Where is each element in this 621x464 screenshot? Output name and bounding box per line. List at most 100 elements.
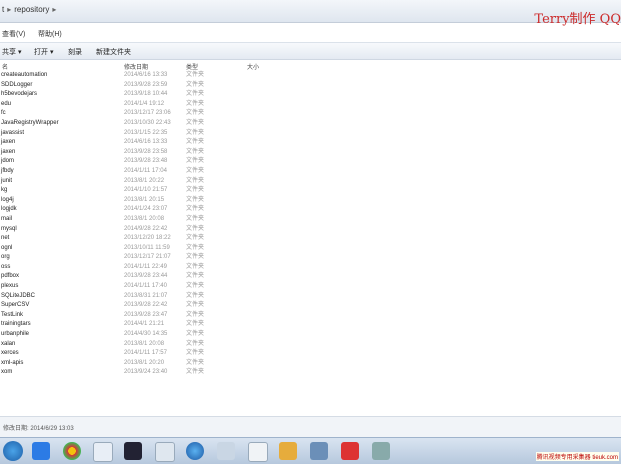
file-type: 文件夹 — [186, 235, 205, 242]
file-row[interactable]: xalan 2013/8/1 20:08 文件夹 — [0, 340, 621, 350]
file-type: 文件夹 — [186, 72, 205, 78]
file-type: 文件夹 — [186, 119, 205, 126]
start-button-icon[interactable] — [3, 441, 23, 461]
file-type: 文件夹 — [186, 81, 205, 88]
file-date: 2014/1/11 17:40 — [124, 283, 167, 290]
breadcrumb-current[interactable]: repository — [14, 5, 49, 14]
file-row[interactable]: junit 2013/8/1 20:22 文件夹 — [0, 177, 621, 187]
file-row[interactable]: pdfbox 2013/9/28 23:44 文件夹 — [0, 272, 621, 282]
file-row[interactable]: edu 2014/1/4 19:12 文件夹 — [0, 100, 621, 110]
qq-icon[interactable] — [93, 442, 113, 462]
file-type: 文件夹 — [186, 350, 205, 357]
file-list: createautomation 2014/6/16 13:33 文件夹 SDDLog… — [0, 71, 621, 378]
new-folder-button[interactable]: 新建文件夹 — [96, 47, 131, 57]
file-type: 文件夹 — [186, 369, 205, 376]
network-icon[interactable] — [217, 442, 235, 460]
command-toolbar: 共享 ▾ 打开 ▾ 刻录 新建文件夹 — [0, 42, 621, 60]
file-name: createautomation — [1, 72, 48, 78]
file-type: 文件夹 — [186, 302, 205, 309]
file-name: pdfbox — [1, 273, 20, 280]
open-button[interactable]: 打开 ▾ — [34, 47, 53, 57]
file-row[interactable]: net 2013/12/20 18:22 文件夹 — [0, 234, 621, 244]
file-date: 2014/1/24 23:07 — [124, 206, 168, 213]
file-date: 2013/9/28 23:48 — [124, 158, 168, 165]
file-row[interactable]: xml-apis 2013/8/1 20:20 文件夹 — [0, 359, 621, 369]
file-type: 文件夹 — [186, 167, 205, 174]
file-name: ognl — [1, 244, 13, 251]
file-name: jaxen — [1, 148, 16, 155]
file-row[interactable]: jaxen 2014/6/16 13:33 文件夹 — [0, 138, 621, 148]
file-name: oss — [1, 263, 11, 270]
status-text: 修改日期: 2014/6/29 13:03 — [3, 426, 74, 432]
file-name: trainingtars — [1, 321, 31, 328]
file-row[interactable]: SDDLogger 2013/9/28 23:59 文件夹 — [0, 81, 621, 91]
file-name: net — [1, 235, 10, 242]
column-name[interactable]: 名 — [2, 62, 8, 71]
file-row[interactable]: org 2013/12/17 21:07 文件夹 — [0, 253, 621, 263]
file-row[interactable]: h5bevodejars 2013/9/18 10:44 文件夹 — [0, 90, 621, 100]
burn-button[interactable]: 刻录 — [68, 47, 82, 57]
file-row[interactable]: SuperCSV 2013/9/28 22:42 文件夹 — [0, 301, 621, 311]
file-row[interactable]: SQLiteJDBC 2013/8/31 21:07 文件夹 — [0, 292, 621, 302]
file-row[interactable]: createautomation 2014/6/16 13:33 文件夹 — [0, 71, 621, 81]
file-row[interactable]: kg 2014/1/10 21:57 文件夹 — [0, 186, 621, 196]
folder-icon[interactable] — [279, 442, 297, 460]
file-name: junit — [1, 177, 13, 184]
file-date: 2014/1/4 19:12 — [124, 100, 165, 107]
file-type: 文件夹 — [186, 359, 205, 366]
media-icon[interactable] — [341, 442, 359, 460]
file-date: 2014/4/30 14:35 — [124, 331, 168, 338]
address-bar[interactable]: t ▸ repository ▸ — [0, 0, 621, 23]
file-row[interactable]: plexus 2014/1/11 17:40 文件夹 — [0, 282, 621, 292]
file-row[interactable]: trainingtars 2014/4/1 21:21 文件夹 — [0, 320, 621, 330]
file-row[interactable]: oss 2014/1/11 22:49 文件夹 — [0, 263, 621, 273]
file-row[interactable]: javassist 2013/1/15 22:35 文件夹 — [0, 129, 621, 139]
file-row[interactable]: jfbdy 2014/1/11 17:04 文件夹 — [0, 167, 621, 177]
file-row[interactable]: jdom 2013/9/28 23:48 文件夹 — [0, 157, 621, 167]
browser-icon[interactable] — [186, 442, 204, 460]
file-date: 2013/9/28 23:58 — [124, 148, 168, 155]
column-size[interactable]: 大小 — [247, 62, 259, 71]
file-type: 文件夹 — [186, 263, 205, 270]
chrome-icon[interactable] — [63, 442, 81, 460]
file-date: 2013/8/1 20:22 — [124, 177, 165, 184]
file-row[interactable]: JavaRegistryWrapper 2013/10/30 22:43 文件夹 — [0, 119, 621, 129]
document-icon[interactable] — [248, 442, 268, 462]
file-row[interactable]: jaxen 2013/9/28 23:58 文件夹 — [0, 148, 621, 158]
file-row[interactable]: logjdk 2014/1/24 23:07 文件夹 — [0, 205, 621, 215]
file-name: JavaRegistryWrapper — [1, 119, 59, 126]
menu-help[interactable]: 帮助(H) — [38, 29, 62, 39]
file-row[interactable]: TestLink 2013/9/28 23:47 文件夹 — [0, 311, 621, 321]
menu-view[interactable]: 查看(V) — [2, 29, 25, 39]
file-row[interactable]: xom 2013/9/24 23:40 文件夹 — [0, 368, 621, 378]
file-date: 2014/1/11 17:04 — [124, 167, 167, 174]
column-type[interactable]: 类型 — [186, 62, 198, 71]
file-type: 文件夹 — [186, 273, 205, 280]
file-row[interactable]: mysql 2014/9/28 22:42 文件夹 — [0, 225, 621, 235]
file-row[interactable]: log4j 2013/8/1 20:15 文件夹 — [0, 196, 621, 206]
file-row[interactable]: xerces 2014/1/11 17:57 文件夹 — [0, 349, 621, 359]
file-name: xml-apis — [1, 359, 24, 366]
file-type: 文件夹 — [186, 129, 205, 136]
file-name: jaxen — [1, 139, 16, 146]
file-date: 2013/9/28 23:59 — [124, 81, 168, 88]
file-name: xom — [1, 369, 13, 376]
breadcrumb-chevron-icon[interactable]: ▸ — [49, 5, 59, 14]
share-button[interactable]: 共享 ▾ — [2, 47, 21, 57]
column-date[interactable]: 修改日期 — [124, 62, 148, 71]
file-row[interactable]: mail 2013/8/1 20:08 文件夹 — [0, 215, 621, 225]
tool-icon[interactable] — [372, 442, 390, 460]
file-row[interactable]: fc 2013/12/17 23:06 文件夹 — [0, 109, 621, 119]
tray-watermark: 腾讯视频专用采集器 tieuk.com — [535, 452, 619, 461]
file-row[interactable]: urbanphile 2014/4/30 14:35 文件夹 — [0, 330, 621, 340]
terminal-icon[interactable] — [124, 442, 142, 460]
file-date: 2014/1/11 17:57 — [124, 350, 167, 357]
file-name: SuperCSV — [1, 302, 30, 309]
file-type: 文件夹 — [186, 177, 205, 184]
app-icon[interactable] — [155, 442, 175, 462]
file-date: 2013/10/11 11:59 — [124, 244, 170, 251]
file-row[interactable]: ognl 2013/10/11 11:59 文件夹 — [0, 244, 621, 254]
editor-icon[interactable] — [310, 442, 328, 460]
breadcrumb[interactable]: t ▸ repository ▸ — [2, 5, 59, 14]
ie-icon[interactable] — [32, 442, 50, 460]
